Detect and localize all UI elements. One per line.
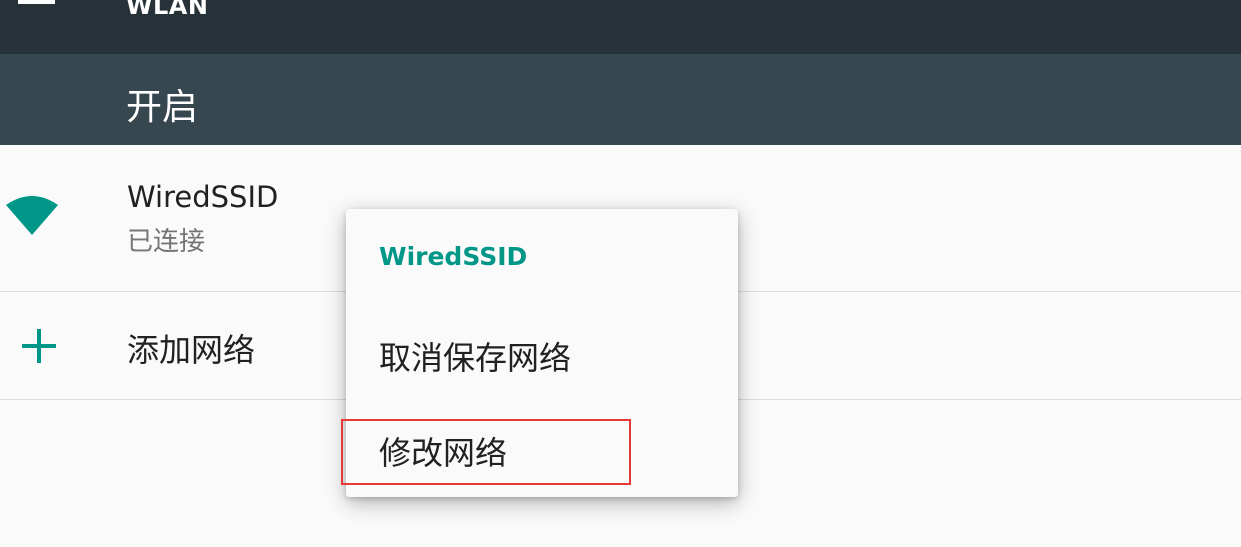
plus-icon [22,329,56,363]
network-name: WiredSSID [127,180,279,214]
forget-network-option[interactable]: 取消保存网络 [379,333,571,379]
wifi-signal-icon [6,196,58,235]
context-menu-title: WiredSSID [379,242,528,271]
app-title: WLAN [126,0,209,20]
highlight-box [341,419,631,485]
add-network-label: 添加网络 [127,331,256,369]
app-bar: WLAN [0,0,1241,54]
switch-label: 开启 [126,87,199,128]
hamburger-menu-icon[interactable] [18,0,55,16]
network-status: 已连接 [127,227,206,257]
wlan-switch-bar[interactable]: 开启 [0,54,1241,145]
